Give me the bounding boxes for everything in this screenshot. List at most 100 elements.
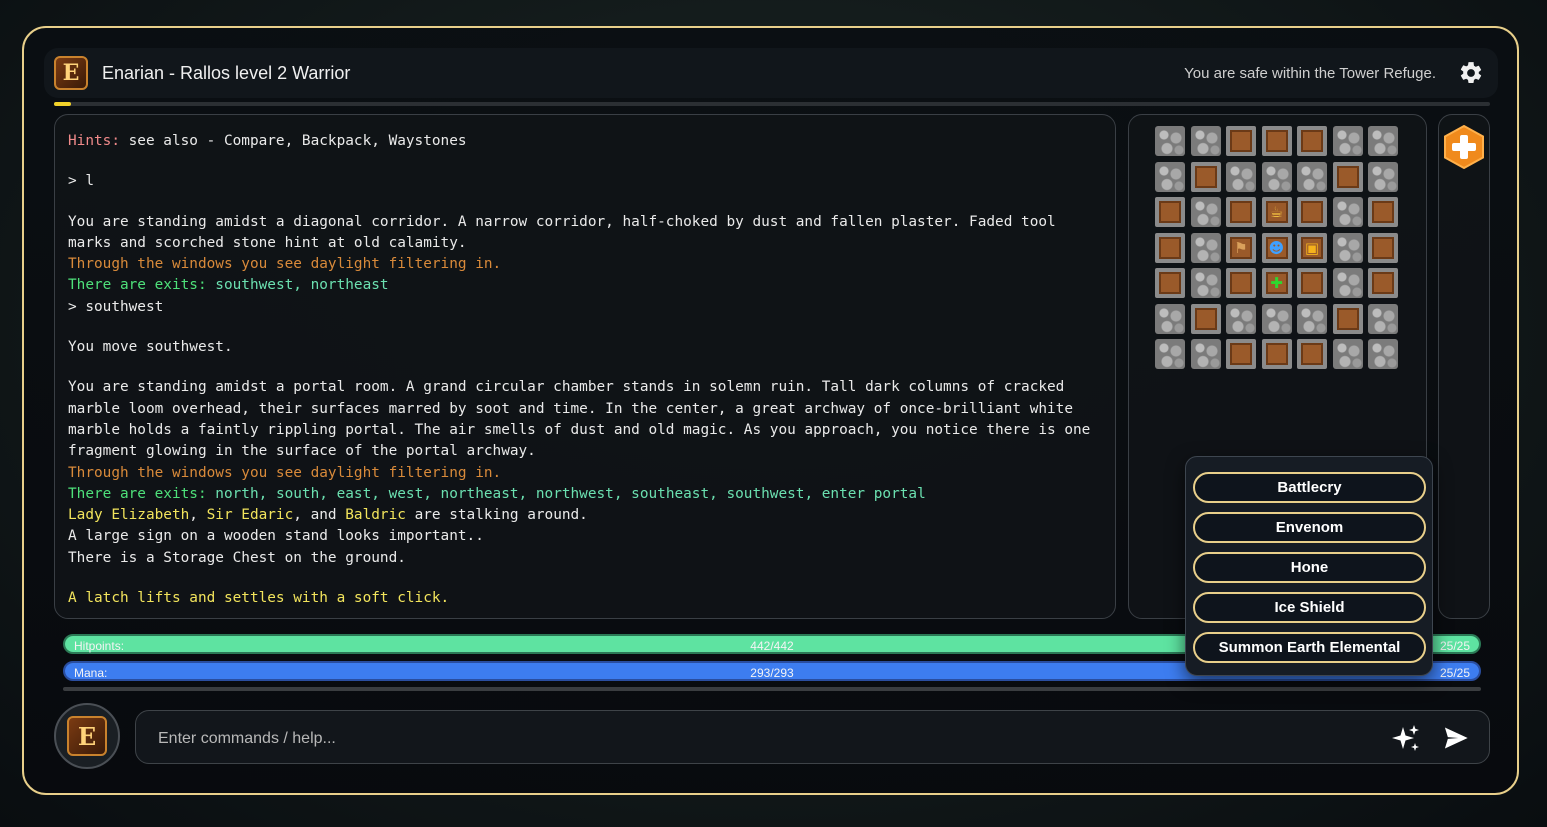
plus-icon[interactable] xyxy=(1443,125,1485,169)
sign-line: A large sign on a wooden stand looks imp… xyxy=(68,528,484,545)
spell-button-envenom[interactable]: Envenom xyxy=(1193,512,1426,543)
command-input[interactable] xyxy=(156,725,1360,753)
map-tile-floor[interactable] xyxy=(1155,268,1185,298)
map-tile-wall[interactable] xyxy=(1332,197,1363,227)
map-tile-wall[interactable] xyxy=(1368,339,1398,369)
exits-line: There are exits: north, south, east, wes… xyxy=(68,484,1102,505)
map-tile-floor[interactable] xyxy=(1332,161,1363,192)
map-tile-floor[interactable] xyxy=(1190,303,1221,334)
map-tile-floor[interactable] xyxy=(1368,268,1398,298)
map-tile-wall[interactable] xyxy=(1190,268,1221,298)
map-tile-floor[interactable] xyxy=(1155,197,1185,227)
tavern-icon: ☕ xyxy=(1269,203,1284,221)
hint-label: Hints: xyxy=(68,133,120,149)
map-tile-floor[interactable] xyxy=(1190,161,1221,192)
avatar-logo: E xyxy=(67,716,107,756)
spell-button-summon-earth-elemental[interactable]: Summon Earth Elemental xyxy=(1193,632,1426,663)
map-tile-floor[interactable] xyxy=(1368,232,1398,263)
map-tile-wall[interactable] xyxy=(1155,339,1185,369)
map-tile-wall[interactable] xyxy=(1368,303,1398,334)
map-tile-floor[interactable] xyxy=(1261,339,1292,369)
map-tile-floor[interactable] xyxy=(1297,339,1327,369)
map-tile-floor[interactable] xyxy=(1261,126,1292,156)
experience-fill xyxy=(54,102,72,106)
event-message: A latch lifts and settles with a soft cl… xyxy=(68,590,450,607)
room-description: You are standing amidst a diagonal corri… xyxy=(68,213,1065,251)
exits-label: There are exits: xyxy=(68,485,216,502)
room-description: You are standing amidst a portal room. A… xyxy=(68,379,1100,460)
spell-button-hone[interactable]: Hone xyxy=(1193,552,1426,583)
map-tile-floor[interactable] xyxy=(1297,126,1327,156)
map-tile-floor[interactable] xyxy=(1297,268,1327,298)
separator: , and xyxy=(293,507,346,524)
character-title: Enarian - Rallos level 2 Warrior xyxy=(102,63,351,83)
command-echo: > southwest xyxy=(68,298,164,315)
gear-icon[interactable] xyxy=(1458,60,1484,86)
hint-text: see also - Compare, Backpack, Waystones xyxy=(119,133,467,149)
map-tile-floor[interactable]: ⚑ xyxy=(1226,232,1256,263)
stamina-track xyxy=(63,687,1481,691)
map-tile-floor[interactable]: ✚ xyxy=(1261,268,1292,298)
map-tile-wall[interactable] xyxy=(1332,126,1363,156)
npc-name[interactable]: Lady Elizabeth xyxy=(68,507,189,523)
window-text: Through the windows you see daylight fil… xyxy=(68,464,502,481)
map-tile-wall[interactable] xyxy=(1261,303,1292,334)
player-icon: ☻ xyxy=(1268,238,1285,257)
spell-menu: Battlecry Envenom Hone Ice Shield Summon… xyxy=(1185,456,1433,676)
map-tile-wall[interactable] xyxy=(1332,268,1363,298)
sign-icon: ⚑ xyxy=(1234,238,1248,257)
chest-icon: ▣ xyxy=(1304,238,1320,257)
exits-list[interactable]: north, south, east, west, northeast, nor… xyxy=(215,486,925,502)
minimap-grid: ☕ ⚑ ☻ ▣ ✚ xyxy=(1155,126,1398,369)
map-tile-wall[interactable] xyxy=(1190,126,1221,156)
move-message: You move southwest. xyxy=(68,339,233,356)
game-log: Hints: see also - Compare, Backpack, Way… xyxy=(54,114,1116,619)
map-tile-wall[interactable] xyxy=(1368,126,1398,156)
map-tile-wall[interactable] xyxy=(1297,303,1327,334)
header-bar: E Enarian - Rallos level 2 Warrior You a… xyxy=(44,48,1498,98)
map-tile-floor[interactable]: ▣ xyxy=(1297,232,1327,263)
map-tile-floor[interactable] xyxy=(1155,232,1185,263)
exits-line: There are exits: southwest, northeast xyxy=(68,275,1102,296)
send-icon[interactable] xyxy=(1442,724,1470,752)
map-tile-wall[interactable] xyxy=(1368,161,1398,192)
map-tile-wall[interactable] xyxy=(1261,161,1292,192)
npc-line: Lady Elizabeth, Sir Edaric, and Baldric … xyxy=(68,505,1102,526)
map-tile-wall[interactable] xyxy=(1190,339,1221,369)
command-echo: > l xyxy=(68,173,94,190)
map-tile-wall[interactable] xyxy=(1155,126,1185,156)
map-tile-wall[interactable] xyxy=(1297,161,1327,192)
spell-button-battlecry[interactable]: Battlecry xyxy=(1193,472,1426,503)
map-tile-wall[interactable] xyxy=(1226,303,1256,334)
hint-line: Hints: see also - Compare, Backpack, Way… xyxy=(68,131,1102,152)
hitpoints-secondary: 25/25 xyxy=(1439,639,1470,653)
experience-bar xyxy=(54,102,1490,106)
avatar[interactable]: E xyxy=(54,703,120,769)
spell-button-ice-shield[interactable]: Ice Shield xyxy=(1193,592,1426,623)
map-tile-floor[interactable] xyxy=(1226,197,1256,227)
map-tile-wall[interactable] xyxy=(1226,161,1256,192)
map-tile-wall[interactable] xyxy=(1332,232,1363,263)
map-tile-floor[interactable] xyxy=(1226,268,1256,298)
map-tile-floor[interactable] xyxy=(1297,197,1327,227)
map-tile-floor[interactable]: ☻ xyxy=(1261,232,1292,263)
map-tile-floor[interactable] xyxy=(1368,197,1398,227)
map-tile-wall[interactable] xyxy=(1190,232,1221,263)
sparkle-icon[interactable] xyxy=(1391,723,1421,753)
map-tile-wall[interactable] xyxy=(1155,303,1185,334)
separator: , xyxy=(189,507,207,524)
map-tile-floor[interactable] xyxy=(1226,339,1256,369)
exits-list[interactable]: southwest, northeast xyxy=(215,277,388,293)
map-tile-wall[interactable] xyxy=(1155,161,1185,192)
map-tile-floor[interactable]: ☕ xyxy=(1261,197,1292,227)
location-status: You are safe within the Tower Refuge. xyxy=(1184,65,1436,82)
map-tile-wall[interactable] xyxy=(1190,197,1221,227)
npc-name[interactable]: Baldric xyxy=(345,507,406,523)
map-tile-floor[interactable] xyxy=(1226,126,1256,156)
healer-icon: ✚ xyxy=(1270,274,1283,292)
command-bar xyxy=(135,710,1490,764)
map-tile-wall[interactable] xyxy=(1332,339,1363,369)
npc-name[interactable]: Sir Edaric xyxy=(207,507,294,523)
map-tile-floor[interactable] xyxy=(1332,303,1363,334)
exits-label: There are exits: xyxy=(68,277,216,294)
